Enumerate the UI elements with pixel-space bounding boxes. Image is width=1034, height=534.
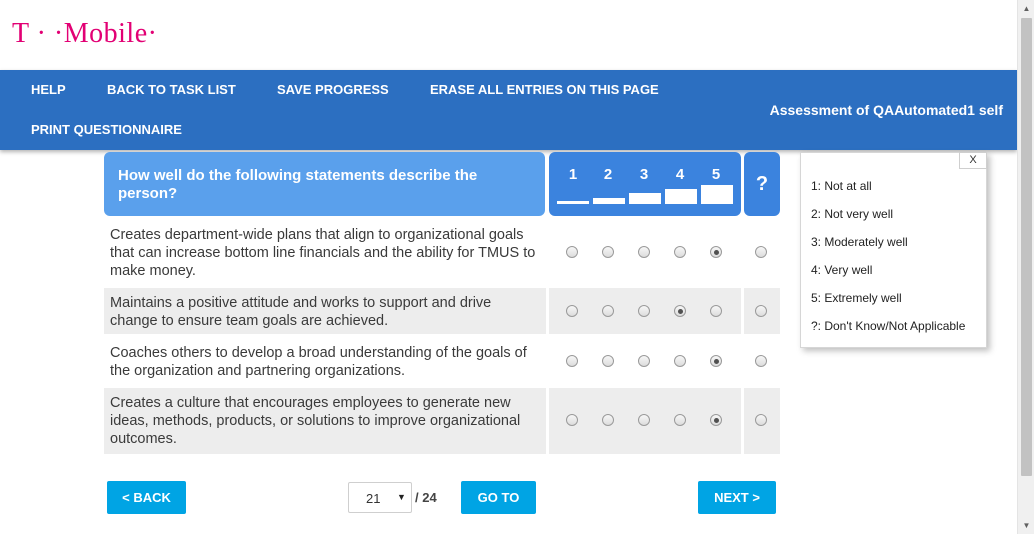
back-button[interactable]: < BACK (107, 481, 186, 514)
scale-label-4: 4 (675, 166, 685, 183)
scale-bar-2 (593, 198, 625, 204)
scroll-down-icon[interactable]: ▼ (1018, 517, 1034, 534)
legend-item-3: 3: Moderately well (811, 235, 908, 249)
unknown-radio[interactable] (755, 355, 767, 367)
scale-bar-4 (665, 189, 697, 204)
rating-radio-1[interactable] (566, 246, 578, 258)
scale-bar-3 (629, 193, 661, 204)
statement-row-1: Creates department-wide plans that align… (110, 227, 536, 279)
unknown-header: ? (744, 152, 780, 216)
unknown-radio[interactable] (755, 246, 767, 258)
legend-item-1: 1: Not at all (811, 179, 872, 193)
rating-radio-1[interactable] (566, 305, 578, 317)
rating-radio-1[interactable] (566, 355, 578, 367)
scroll-up-icon[interactable]: ▲ (1018, 0, 1034, 17)
rating-radio-5[interactable] (710, 246, 722, 258)
rating-radio-2[interactable] (602, 305, 614, 317)
scroll-thumb[interactable] (1021, 18, 1032, 476)
tmobile-logo: T · ·Mobile· (12, 18, 158, 49)
rating-scale-header: 1 2 3 4 5 (549, 152, 741, 216)
rating-radio-4[interactable] (674, 414, 686, 426)
rating-group-row-1 (549, 226, 741, 284)
chevron-down-icon: ▼ (397, 492, 406, 502)
help-link[interactable]: HELP (31, 82, 66, 97)
go-to-button[interactable]: GO TO (461, 481, 536, 514)
rating-group-row-4 (549, 388, 741, 454)
rating-radio-5[interactable] (710, 305, 722, 317)
page-total: / 24 (415, 490, 437, 505)
rating-legend-popup: X 1: Not at all 2: Not very well 3: Mode… (800, 152, 987, 348)
scale-label-5: 5 (711, 166, 721, 183)
unknown-radio[interactable] (755, 305, 767, 317)
scale-label-1: 1 (568, 166, 578, 183)
statement-row-3: Coaches others to develop a broad unders… (110, 345, 527, 379)
erase-all-entries-link[interactable]: ERASE ALL ENTRIES ON THIS PAGE (430, 82, 659, 97)
page-number-value: 21 (366, 491, 381, 506)
rating-radio-2[interactable] (602, 355, 614, 367)
top-navbar: HELP BACK TO TASK LIST SAVE PROGRESS ERA… (0, 70, 1017, 150)
rating-radio-3[interactable] (638, 305, 650, 317)
rating-group-row-2 (549, 288, 741, 334)
rating-radio-4[interactable] (674, 355, 686, 367)
scale-label-3: 3 (639, 166, 649, 183)
unknown-group-row-3 (744, 344, 780, 384)
rating-radio-3[interactable] (638, 246, 650, 258)
question-header: How well do the following statements des… (104, 152, 545, 216)
page: T · ·Mobile· HELP BACK TO TASK LIST SAVE… (0, 0, 1034, 534)
rating-radio-3[interactable] (638, 355, 650, 367)
rating-radio-3[interactable] (638, 414, 650, 426)
unknown-group-row-2 (744, 288, 780, 334)
save-progress-link[interactable]: SAVE PROGRESS (277, 82, 389, 97)
assessment-title: Assessment of QAAutomated1 self (769, 102, 1003, 118)
rating-radio-2[interactable] (602, 414, 614, 426)
legend-close-button[interactable]: X (959, 152, 987, 169)
rating-group-row-3 (549, 344, 741, 384)
scale-label-2: 2 (603, 166, 613, 183)
statement-row-2: Maintains a positive attitude and works … (104, 288, 546, 334)
rating-radio-4[interactable] (674, 246, 686, 258)
statement-row-4: Creates a culture that encourages employ… (104, 388, 546, 454)
rating-radio-4[interactable] (674, 305, 686, 317)
legend-item-4: 4: Very well (811, 263, 873, 277)
rating-radio-2[interactable] (602, 246, 614, 258)
legend-item-unknown: ?: Don't Know/Not Applicable (811, 319, 966, 333)
page-number-select[interactable]: 21 ▼ (348, 482, 412, 513)
rating-radio-5[interactable] (710, 414, 722, 426)
scale-bar-5 (701, 185, 733, 204)
unknown-group-row-4 (744, 388, 780, 454)
legend-item-2: 2: Not very well (811, 207, 894, 221)
back-to-task-list-link[interactable]: BACK TO TASK LIST (107, 82, 236, 97)
vertical-scrollbar[interactable]: ▲ ▼ (1017, 0, 1034, 534)
rating-radio-1[interactable] (566, 414, 578, 426)
legend-item-5: 5: Extremely well (811, 291, 902, 305)
unknown-group-row-1 (744, 226, 780, 284)
print-questionnaire-link[interactable]: PRINT QUESTIONNAIRE (31, 122, 182, 137)
scale-bar-1 (557, 201, 589, 204)
rating-radio-5[interactable] (710, 355, 722, 367)
unknown-radio[interactable] (755, 414, 767, 426)
next-button[interactable]: NEXT > (698, 481, 776, 514)
